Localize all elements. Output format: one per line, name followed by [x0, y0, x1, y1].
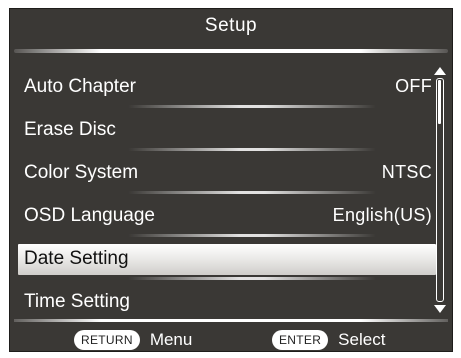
title-bar: Setup — [10, 9, 452, 43]
return-action-label: Menu — [149, 330, 193, 349]
menu-item-erase-disc[interactable]: Erase Disc — [18, 108, 436, 151]
menu-item-auto-chapter[interactable]: Auto Chapter OFF — [18, 65, 436, 108]
enter-action-label: Select — [338, 330, 386, 349]
menu-item-color-system[interactable]: Color System NTSC — [18, 151, 436, 194]
return-key-badge[interactable]: RETURN — [74, 330, 140, 350]
title-divider — [14, 49, 448, 53]
footer-hints: RETURN Menu ENTER Select — [10, 327, 452, 353]
enter-hint[interactable]: ENTER Select — [272, 330, 385, 350]
menu-item-date-setting[interactable]: Date Setting — [18, 237, 436, 280]
enter-key-badge[interactable]: ENTER — [272, 330, 329, 350]
footer-divider — [14, 319, 448, 322]
menu-item-osd-language[interactable]: OSD Language English(US) — [18, 194, 436, 237]
setup-screen: Setup Auto Chapter OFF Erase Disc Color … — [9, 8, 453, 352]
menu-item-label: Time Setting — [24, 290, 130, 312]
scroll-track[interactable] — [436, 78, 444, 302]
menu-item-value: English(US) — [332, 205, 432, 225]
arrow-down-icon[interactable] — [434, 305, 446, 313]
menu-item-label: Date Setting — [24, 247, 129, 269]
menu-item-label: OSD Language — [24, 204, 155, 226]
menu-item-label: Erase Disc — [24, 118, 116, 140]
menu-item-label: Auto Chapter — [24, 75, 136, 97]
return-hint[interactable]: RETURN Menu — [74, 330, 192, 350]
scrollbar[interactable] — [434, 67, 446, 313]
arrow-up-icon[interactable] — [434, 67, 446, 75]
menu-item-value: NTSC — [381, 162, 432, 182]
menu-item-time-setting[interactable]: Time Setting — [18, 280, 436, 323]
menu-item-value: OFF — [395, 76, 432, 96]
page-title: Setup — [204, 15, 258, 36]
setup-menu-list: Auto Chapter OFF Erase Disc Color System… — [18, 65, 436, 323]
menu-item-label: Color System — [24, 161, 139, 183]
scroll-thumb[interactable] — [438, 80, 441, 124]
